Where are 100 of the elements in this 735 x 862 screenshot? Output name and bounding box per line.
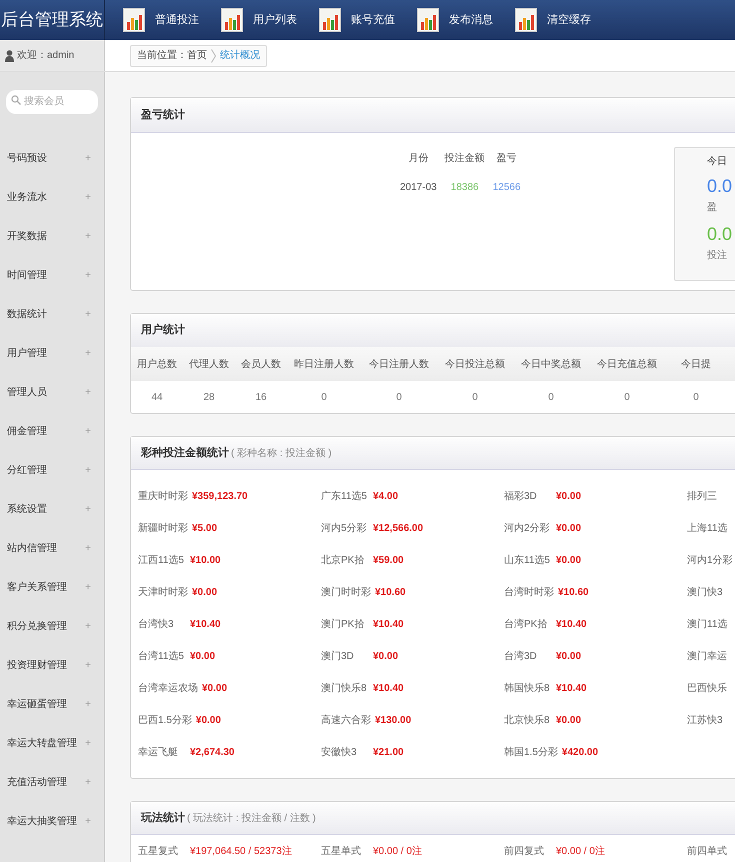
chart-icon [123, 8, 145, 32]
panel-title: 盈亏统计 [131, 98, 735, 133]
panel-subtitle: ( 彩种名称 : 投注金额 ) [231, 446, 332, 460]
amount-value: ¥0.00 [556, 714, 582, 728]
menu-item[interactable]: 积分兑换管理 [7, 619, 67, 634]
chart-icon [417, 8, 439, 32]
menu-item[interactable]: 系统设置 [7, 502, 47, 517]
column-header: 今日中奖总额 [520, 358, 582, 372]
menu-item[interactable]: 客户关系管理 [7, 580, 67, 595]
chart-icon [515, 8, 537, 32]
column-header: 昨日注册人数 [293, 358, 355, 372]
lottery-name: 巴西快乐 [687, 682, 728, 696]
column-header: 投注金额 [444, 152, 486, 166]
menu-item[interactable]: 站内信管理 [7, 541, 57, 556]
menu-item[interactable]: 用户管理 [7, 346, 47, 361]
nav-link[interactable]: 发布消息 [417, 8, 493, 32]
menu-item[interactable]: 佣金管理 [7, 424, 47, 439]
menu-item[interactable]: 号码预设 [7, 151, 47, 166]
amount-value: ¥0.00 [202, 682, 228, 696]
amount-value: ¥0.00 [192, 586, 218, 600]
column-header: 代理人数 [188, 358, 230, 372]
amount-value: ¥10.40 [556, 618, 587, 632]
column-header: 盈亏 [496, 152, 518, 166]
lottery-name: 河内1分彩 [687, 554, 734, 568]
amount-value: ¥4.00 [373, 490, 398, 504]
menu-item[interactable]: 开奖数据 [7, 229, 47, 244]
lottery-name: 澳门3D [321, 650, 355, 664]
breadcrumb-text: 当前位置：首页 [137, 48, 207, 63]
search-field[interactable]: 搜索会员 [6, 90, 98, 114]
lottery-name: 澳门快乐8 [321, 682, 368, 696]
table-cell-text: 16 [254, 390, 268, 404]
lottery-name: 福彩3D [504, 490, 538, 504]
lottery-name: 澳门11选 [687, 618, 728, 632]
menu-item[interactable]: 数据统计 [7, 307, 47, 322]
menu-item[interactable]: 充值活动管理 [7, 775, 67, 790]
lottery-name: 台湾幸运农场 [138, 682, 198, 696]
table-cell-text: 18386 [450, 181, 480, 195]
lottery-name: 排列三 [687, 490, 718, 504]
lottery-name: 江西11选5 [138, 554, 185, 568]
amount-value: ¥197,064.50 / 52373注 [190, 844, 292, 858]
lottery-name: 河内5分彩 [321, 522, 368, 536]
column-header: 会员人数 [240, 358, 282, 372]
play-name: 五星复式 [138, 844, 179, 858]
column-header: 今日注册人数 [368, 358, 430, 372]
lottery-name: 山东11选5 [504, 554, 551, 568]
lottery-name: 安徽快3 [321, 746, 358, 760]
menu-item[interactable]: 业务流水 [7, 190, 47, 205]
chart-icon [221, 8, 243, 32]
lottery-name: 北京快乐8 [504, 714, 551, 728]
table-cell-text: 0 [692, 390, 700, 404]
amount-value: ¥420.00 [562, 746, 598, 760]
menu-item[interactable]: 幸运大抽奖管理 [7, 814, 77, 829]
lottery-name: 重庆时时彩 [138, 490, 188, 504]
nav-link[interactable]: 账号充值 [319, 8, 395, 32]
lottery-name: 天津时时彩 [138, 586, 188, 600]
amount-value: ¥21.00 [373, 746, 404, 760]
menu-item[interactable]: 管理人员 [7, 385, 47, 400]
column-header: 今日投注总额 [444, 358, 506, 372]
table-cell-text: 2017-03 [399, 181, 438, 195]
amount-value: ¥12,566.00 [373, 522, 424, 536]
amount-value: ¥10.00 [190, 554, 221, 568]
amount-value: ¥10.40 [373, 682, 404, 696]
menu-item[interactable]: 投资理财管理 [7, 658, 67, 673]
amount-value: ¥10.60 [375, 586, 406, 600]
nav-link[interactable]: 用户列表 [221, 8, 297, 32]
lottery-name: 澳门快3 [687, 586, 724, 600]
lottery-name: 台湾PK拾 [504, 618, 548, 632]
amount-value: ¥0.00 / 0注 [373, 844, 422, 858]
panel-title: 玩法统计 [141, 810, 185, 826]
nav-link[interactable]: 清空缓存 [515, 8, 591, 32]
bet-value: 0.0 [707, 223, 732, 246]
amount-value: ¥5.00 [192, 522, 218, 536]
nav-link[interactable]: 普通投注 [123, 8, 199, 32]
lottery-name: 台湾3D [504, 650, 538, 664]
bet-label: 投注 [707, 248, 727, 263]
amount-value: ¥359,123.70 [192, 490, 248, 504]
amount-value: ¥0.00 [556, 650, 582, 664]
table-cell-text: 28 [202, 390, 216, 404]
amount-value: ¥0.00 [373, 650, 398, 664]
amount-value: ¥10.60 [558, 586, 589, 600]
table-cell-text: 0 [547, 390, 555, 404]
lottery-name: 河内2分彩 [504, 522, 551, 536]
lottery-name: 广东11选5 [321, 490, 368, 504]
amount-value: ¥0.00 [556, 490, 582, 504]
lottery-name: 澳门PK拾 [321, 618, 366, 632]
lottery-name: 台湾快3 [138, 618, 175, 632]
menu-item[interactable]: 分红管理 [7, 463, 47, 478]
breadcrumb-link[interactable]: 统计概况 [220, 48, 260, 63]
card-title: 今日 [707, 155, 727, 169]
user-icon [5, 50, 14, 62]
play-name: 前四复式 [504, 844, 545, 858]
lottery-name: 高速六合彩 [321, 714, 371, 728]
column-header: 月份 [407, 152, 430, 166]
menu-item[interactable]: 时间管理 [7, 268, 47, 283]
menu-item[interactable]: 幸运大转盘管理 [7, 736, 77, 751]
panel-title: 用户统计 [131, 314, 735, 347]
table-cell-text: 0 [320, 390, 328, 404]
amount-value: ¥2,674.30 [190, 746, 234, 760]
menu-item[interactable]: 幸运砸蛋管理 [7, 697, 67, 712]
column-header: 用户总数 [136, 358, 178, 372]
